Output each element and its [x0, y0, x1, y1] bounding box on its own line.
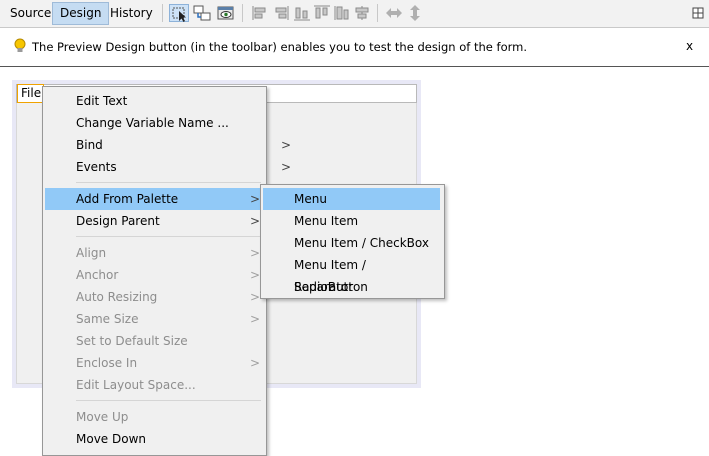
chevron-right-icon: >: [249, 356, 260, 370]
close-icon[interactable]: x: [686, 39, 693, 53]
maximize-icon[interactable]: [688, 4, 708, 22]
lightbulb-icon: [14, 38, 26, 57]
menu-separator: [76, 400, 261, 401]
center-vertical-icon[interactable]: [352, 4, 372, 22]
menu-item-add-from-palette[interactable]: Add From Palette >: [45, 188, 264, 210]
submenu-item-menu-item-radiobutton[interactable]: Menu Item / RadioButton: [263, 254, 440, 294]
menu-item-move-up: Move Up: [76, 410, 129, 424]
menu-item-change-variable-name[interactable]: Change Variable Name ...: [45, 112, 295, 134]
menu-item-align: Align >: [45, 242, 264, 264]
menu-item-bind[interactable]: Bind >: [45, 134, 295, 156]
submenu-item-menu-item[interactable]: Menu Item: [263, 210, 440, 232]
menu-item-same-size: Same Size >: [45, 308, 264, 330]
toolbar-separator: [377, 4, 378, 22]
center-horizontal-icon[interactable]: [292, 4, 312, 22]
selection-mode-icon[interactable]: [169, 4, 189, 22]
resize-horizontal-icon[interactable]: [384, 4, 404, 22]
menu-separator: [76, 182, 261, 183]
menu-separator: [76, 236, 261, 237]
chevron-right-icon: >: [249, 268, 260, 282]
chevron-right-icon: >: [249, 192, 260, 206]
menu-item-events[interactable]: Events >: [45, 156, 295, 178]
tab-design[interactable]: Design: [52, 2, 110, 25]
align-bottom-icon[interactable]: [332, 4, 352, 22]
menu-item-move-down[interactable]: Move Down: [45, 428, 264, 450]
chevron-right-icon: >: [249, 246, 260, 260]
menu-item-edit-layout-space: Edit Layout Space...: [76, 378, 196, 392]
form-file-menu[interactable]: File: [17, 84, 44, 103]
info-bar: The Preview Design button (in the toolba…: [0, 28, 709, 67]
preview-design-icon[interactable]: [216, 4, 236, 22]
chevron-right-icon: >: [249, 312, 260, 326]
menu-item-enclose-in: Enclose In >: [45, 352, 264, 374]
tab-source[interactable]: Source: [3, 3, 58, 24]
submenu-item-menu[interactable]: Menu: [263, 188, 440, 210]
chevron-right-icon: >: [280, 138, 291, 152]
tab-history[interactable]: History: [103, 3, 160, 24]
align-right-icon[interactable]: [271, 4, 291, 22]
align-top-icon[interactable]: [312, 4, 332, 22]
menu-item-auto-resizing: Auto Resizing >: [45, 286, 264, 308]
menu-item-edit-text[interactable]: Edit Text: [45, 90, 295, 112]
toolbar-separator: [242, 4, 243, 22]
chevron-right-icon: >: [249, 290, 260, 304]
chevron-right-icon: >: [249, 214, 260, 228]
menu-item-design-parent[interactable]: Design Parent >: [45, 210, 264, 232]
add-from-palette-submenu: Menu Menu Item Menu Item / CheckBox Menu…: [260, 184, 445, 299]
resize-vertical-icon[interactable]: [405, 4, 425, 22]
menu-item-set-to-default-size: Set to Default Size: [76, 334, 188, 348]
info-message: The Preview Design button (in the toolba…: [32, 40, 527, 54]
toolbar-separator: [162, 4, 163, 22]
editor-toolbar: Source Design History: [0, 0, 709, 28]
context-menu: Edit Text Change Variable Name ... Bind >…: [42, 86, 291, 456]
submenu-item-separator[interactable]: Separator: [263, 276, 440, 298]
chevron-right-icon: >: [280, 160, 291, 174]
connection-mode-icon[interactable]: [192, 4, 212, 22]
menu-item-anchor: Anchor >: [45, 264, 264, 286]
submenu-item-menu-item-checkbox[interactable]: Menu Item / CheckBox: [263, 232, 440, 254]
align-left-icon[interactable]: [250, 4, 270, 22]
